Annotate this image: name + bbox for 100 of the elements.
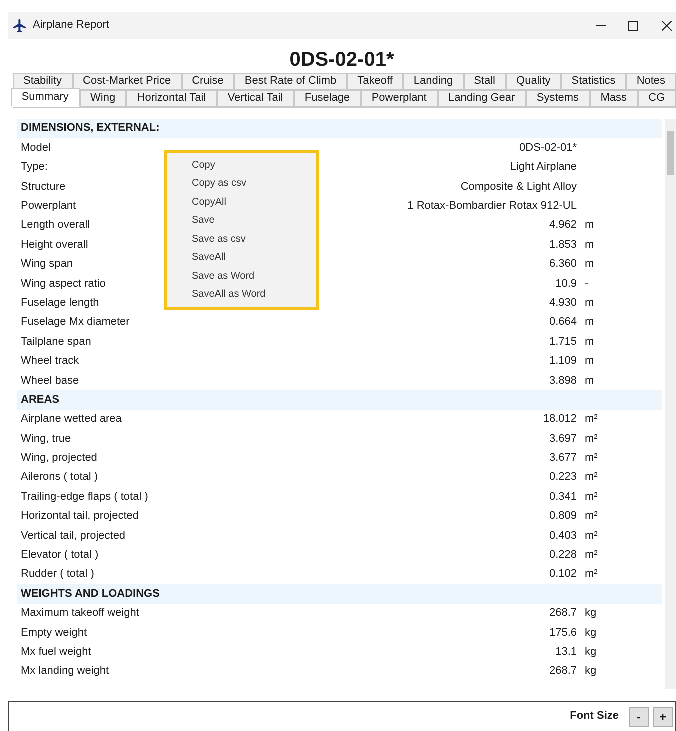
row-label: Rudder ( total ) bbox=[21, 567, 94, 582]
row-unit: kg bbox=[585, 646, 597, 658]
row-value: 268.7 bbox=[549, 606, 577, 622]
row-unit: m² bbox=[585, 510, 598, 522]
row-unit: m² bbox=[585, 530, 598, 542]
row-label: Wing, projected bbox=[21, 451, 98, 466]
row-value: 0.102 bbox=[549, 567, 577, 582]
row-value: 1.109 bbox=[549, 354, 577, 370]
menu-item[interactable]: Copy bbox=[167, 156, 316, 174]
menu-item[interactable]: Copy as csv bbox=[167, 174, 316, 193]
section-header: DIMENSIONS, EXTERNAL: bbox=[17, 119, 662, 138]
row-label: Maximum takeoff weight bbox=[21, 606, 140, 622]
row-value: 4.962 bbox=[549, 218, 577, 234]
row-value: Light Airplane bbox=[510, 160, 577, 176]
row-value: 0.341 bbox=[549, 490, 577, 505]
airplane-icon bbox=[12, 18, 28, 34]
row-value: 6.360 bbox=[549, 257, 577, 272]
row-label: Wing span bbox=[21, 257, 73, 272]
row-unit: m² bbox=[585, 432, 598, 445]
row-unit: m bbox=[585, 219, 594, 232]
font-size-button[interactable]: - bbox=[629, 706, 649, 726]
tab[interactable]: Notes bbox=[626, 73, 676, 90]
row-unit: m² bbox=[585, 568, 598, 580]
report-heading: 0DS-02-01* bbox=[290, 48, 394, 73]
row-unit: m bbox=[585, 374, 594, 387]
menu-item[interactable]: CopyAll bbox=[167, 193, 316, 212]
row-label: Mx fuel weight bbox=[21, 644, 92, 660]
row-label: Length overall bbox=[21, 218, 90, 234]
row-label: Wing aspect ratio bbox=[21, 276, 106, 292]
row-value: 3.697 bbox=[549, 432, 577, 447]
row-label: Fuselage length bbox=[21, 296, 100, 311]
row-value: 0.228 bbox=[549, 548, 577, 564]
row-unit: m bbox=[585, 336, 594, 348]
tab[interactable]: Statistics bbox=[561, 73, 626, 90]
row-value: 0.664 bbox=[549, 315, 577, 330]
menu-item[interactable]: Save as Word bbox=[167, 267, 316, 286]
menu-item[interactable]: Save as csv bbox=[167, 230, 316, 248]
row-unit: m² bbox=[585, 471, 598, 484]
tab[interactable]: Summary bbox=[11, 88, 80, 107]
font-size-button[interactable]: + bbox=[653, 706, 673, 726]
tab[interactable]: Quality bbox=[506, 73, 562, 90]
row-unit: kg bbox=[585, 607, 597, 620]
tab[interactable]: Cruise bbox=[182, 73, 234, 90]
row-unit: m bbox=[585, 355, 594, 368]
tab[interactable]: Best Rate of Climb bbox=[234, 73, 348, 90]
row-label: Height overall bbox=[21, 238, 88, 253]
row-value: 4.930 bbox=[549, 296, 577, 311]
row-label: Wing, true bbox=[21, 432, 72, 447]
menu-item[interactable]: SaveAll bbox=[167, 248, 316, 267]
row-label: Vertical tail, projected bbox=[21, 528, 126, 544]
row-label: Structure bbox=[21, 180, 66, 195]
row-unit: m bbox=[585, 238, 594, 251]
row-unit: m² bbox=[585, 413, 598, 426]
row-label: Tailplane span bbox=[21, 334, 92, 350]
row-label: Elevator ( total ) bbox=[21, 548, 99, 564]
row-unit: m² bbox=[585, 490, 598, 503]
scrollbar[interactable] bbox=[665, 119, 676, 689]
row-unit: kg bbox=[585, 626, 597, 639]
tab[interactable]: Landing Gear bbox=[438, 90, 526, 107]
row-value: 0.223 bbox=[549, 470, 577, 486]
row-label: Mx landing weight bbox=[21, 664, 110, 680]
row-label: Trailing-edge flaps ( total ) bbox=[21, 490, 148, 505]
tab[interactable]: Vertical Tail bbox=[216, 90, 294, 107]
row-value: 1 Rotax-Bombardier Rotax 912-UL bbox=[408, 199, 577, 214]
tab[interactable]: Stall bbox=[464, 73, 506, 90]
tab[interactable]: Systems bbox=[526, 90, 590, 107]
close-icon[interactable] bbox=[662, 20, 672, 30]
row-value: 175.6 bbox=[549, 626, 577, 641]
tab[interactable]: Mass bbox=[590, 90, 638, 107]
row-value: 268.7 bbox=[549, 664, 577, 680]
maximize-icon[interactable] bbox=[628, 20, 638, 30]
menu-item[interactable]: Save bbox=[167, 212, 316, 230]
menu-item[interactable]: SaveAll as Word bbox=[167, 286, 316, 304]
tab[interactable]: CG bbox=[638, 90, 676, 107]
row-unit: - bbox=[585, 278, 589, 290]
row-value: 0.809 bbox=[549, 509, 577, 524]
row-label: Powerplant bbox=[21, 199, 76, 214]
window-title: Airplane Report bbox=[33, 18, 110, 34]
row-label: Airplane wetted area bbox=[21, 412, 122, 428]
row-label: Horizontal tail, projected bbox=[21, 509, 140, 524]
tab[interactable]: Powerplant bbox=[361, 90, 438, 107]
tab[interactable]: Takeoff bbox=[347, 73, 404, 90]
tab[interactable]: Cost-Market Price bbox=[72, 73, 182, 90]
row-unit: m bbox=[585, 258, 594, 270]
row-value: 3.898 bbox=[549, 374, 577, 389]
tab[interactable]: Wing bbox=[80, 90, 126, 107]
tab[interactable]: Fuselage bbox=[294, 90, 361, 107]
font-size-label: Font Size bbox=[570, 709, 619, 724]
row-value: 18.012 bbox=[543, 412, 577, 428]
row-unit: m bbox=[585, 296, 594, 309]
row-label: Ailerons ( total ) bbox=[21, 470, 98, 486]
row-value: 1.715 bbox=[549, 334, 577, 350]
row-unit: kg bbox=[585, 665, 597, 678]
tab[interactable]: Landing bbox=[403, 73, 464, 90]
row-unit: m bbox=[585, 316, 594, 328]
row-value: 13.1 bbox=[556, 644, 577, 660]
row-label: Fuselage Mx diameter bbox=[21, 315, 130, 330]
row-unit: m² bbox=[585, 549, 598, 562]
tab[interactable]: Horizontal Tail bbox=[126, 90, 217, 107]
row-value: 0DS-02-01* bbox=[520, 140, 577, 156]
